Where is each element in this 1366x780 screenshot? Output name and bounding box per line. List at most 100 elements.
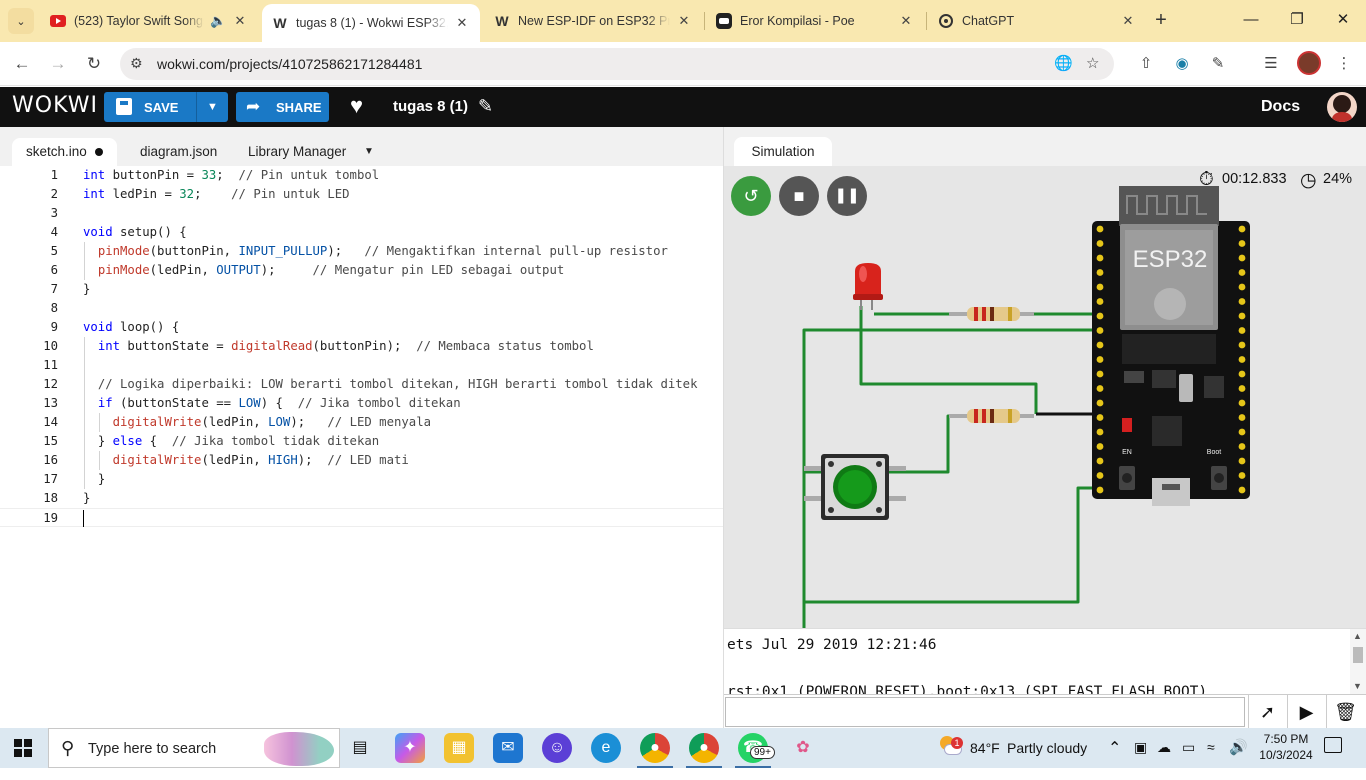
- code-editor[interactable]: 1 int buttonPin = 33; // Pin untuk tombol…: [0, 166, 723, 728]
- header-pin: [1238, 269, 1246, 276]
- scroll-up-icon[interactable]: ▲: [1353, 631, 1362, 641]
- weather-condition[interactable]: Partly cloudy: [1007, 740, 1087, 780]
- save-dropdown-chevron-icon[interactable]: ▼: [196, 92, 228, 122]
- browser-tab-esp-idf[interactable]: W New ESP-IDF on ESP32 Proje ✕: [484, 4, 702, 38]
- whatsapp-badge: 99+: [750, 746, 775, 759]
- scroll-thumb[interactable]: [1353, 647, 1363, 663]
- send-play-icon[interactable]: ▶: [1287, 695, 1325, 729]
- onedrive-icon[interactable]: ☁: [1157, 739, 1171, 779]
- boot-label: Boot: [1207, 449, 1221, 456]
- forward-arrow-icon[interactable]: →: [45, 51, 71, 77]
- browser-profile-avatar[interactable]: [1297, 51, 1321, 75]
- snipping-tool-icon[interactable]: ✿: [788, 733, 818, 763]
- like-heart-icon[interactable]: ♥: [350, 93, 363, 119]
- task-view-icon[interactable]: ▤: [345, 733, 375, 763]
- project-title[interactable]: tugas 8 (1): [393, 98, 468, 115]
- scroll-down-icon[interactable]: ▼: [1353, 681, 1362, 691]
- clear-trash-icon[interactable]: 🗑: [1326, 695, 1364, 729]
- docs-link[interactable]: Docs: [1261, 98, 1300, 116]
- mail-icon[interactable]: ✉: [493, 733, 523, 763]
- browser-tab-poe[interactable]: Eror Kompilasi - Poe ✕: [706, 4, 924, 38]
- serial-scrollbar[interactable]: ▲ ▼: [1350, 629, 1366, 694]
- close-tab-icon[interactable]: ✕: [1120, 13, 1136, 29]
- circuit-diagram: ESP32 EN Boot: [802, 186, 1250, 628]
- tab-label: sketch.ino: [26, 144, 87, 159]
- esp32-label: ESP32: [1133, 246, 1208, 273]
- header-pin: [1096, 312, 1104, 320]
- code-line: 14 digitalWrite(ledPin, LOW); // LED men…: [43, 415, 432, 429]
- extension-upload-icon[interactable]: ⇧: [1135, 53, 1157, 75]
- header-pin: [1096, 370, 1104, 378]
- volume-icon[interactable]: 🔊: [1229, 738, 1248, 778]
- close-tab-icon[interactable]: ✕: [454, 15, 470, 31]
- chrome-icon[interactable]: ●: [640, 733, 670, 763]
- wifi-icon[interactable]: ≈: [1207, 739, 1215, 779]
- header-pin: [1238, 414, 1246, 421]
- save-button[interactable]: SAVE ▼: [104, 92, 228, 122]
- clock-time: 7:50 PM: [1263, 732, 1309, 746]
- tab-simulation[interactable]: Simulation: [734, 137, 832, 166]
- meet-now-icon[interactable]: ▣: [1134, 739, 1147, 779]
- close-tab-icon[interactable]: ✕: [898, 13, 914, 29]
- serial-line: ets Jul 29 2019 12:21:46: [727, 637, 937, 653]
- file-explorer-icon[interactable]: ▦: [444, 733, 474, 763]
- editor-tabs-dropdown-icon[interactable]: ▼: [364, 146, 374, 157]
- tab-sketch-ino[interactable]: sketch.ino: [12, 138, 117, 166]
- header-pin: [1096, 414, 1104, 421]
- browser-tab-youtube[interactable]: (523) Taylor Swift Songs 🔈 ✕: [40, 4, 258, 38]
- speaker-icon[interactable]: 🔈: [210, 13, 226, 29]
- discord-icon[interactable]: ☺: [542, 733, 572, 763]
- save-label: SAVE: [144, 100, 179, 115]
- extension-chat-icon[interactable]: ◉: [1171, 53, 1193, 75]
- chrome-profile-icon[interactable]: ●: [689, 733, 719, 763]
- user-avatar[interactable]: [1327, 92, 1357, 122]
- taskbar-search-box[interactable]: ⚲ Type here to search: [48, 728, 340, 768]
- tab-search-chevron-icon[interactable]: ⌄: [8, 8, 34, 34]
- edit-pencil-icon[interactable]: ✎: [478, 96, 493, 117]
- browser-menu-kebab-icon[interactable]: ⋮: [1333, 53, 1355, 75]
- header-pin: [1238, 283, 1246, 291]
- media-control-icon[interactable]: ☰: [1260, 53, 1282, 75]
- code-line: 6 pinMode(ledPin, OUTPUT); // Mengatur p…: [50, 263, 565, 277]
- close-window-icon[interactable]: ✕: [1320, 8, 1366, 32]
- notification-center-icon[interactable]: [1324, 737, 1342, 753]
- taskbar-clock[interactable]: 7:50 PM 10/3/2024: [1258, 731, 1314, 763]
- plotter-chart-icon[interactable]: ➚: [1248, 695, 1286, 729]
- site-settings-icon[interactable]: ⚙: [130, 55, 143, 72]
- serial-input[interactable]: [725, 697, 1245, 727]
- tab-title: New ESP-IDF on ESP32 Proje: [518, 14, 670, 28]
- browser-tab-chatgpt[interactable]: ChatGPT ✕: [928, 4, 1146, 38]
- header-pin: [1096, 356, 1104, 363]
- header-pin: [1238, 298, 1246, 305]
- weather-temp[interactable]: 84°F: [970, 740, 1000, 780]
- close-tab-icon[interactable]: ✕: [232, 13, 248, 29]
- tab-diagram-json[interactable]: diagram.json: [126, 138, 231, 166]
- extensions-puzzle-icon[interactable]: ✎: [1207, 53, 1229, 75]
- header-pin: [1238, 240, 1246, 247]
- wokwi-logo[interactable]: WOKWI: [12, 93, 98, 118]
- simulation-canvas[interactable]: ↺ ■ ❚❚ ⏱ 00:12.833 ◷ 24% ESP32 EN Boot: [724, 166, 1366, 628]
- header-pin: [1096, 225, 1104, 233]
- edge-icon[interactable]: e: [591, 733, 621, 763]
- tab-title: (523) Taylor Swift Songs: [74, 14, 204, 28]
- copilot-icon[interactable]: ✦: [395, 733, 425, 763]
- windows-taskbar: ⚲ Type here to search ▤ ✦ ▦ ✉ ☺ e ● ● ☎ …: [0, 728, 1366, 768]
- new-tab-plus-icon[interactable]: +: [1150, 10, 1172, 32]
- reload-icon[interactable]: ↻: [81, 51, 107, 77]
- tab-library-manager[interactable]: Library Manager: [234, 138, 360, 166]
- resistor-bottom: [949, 409, 1034, 423]
- battery-icon[interactable]: ▭: [1182, 739, 1195, 779]
- bookmark-star-icon[interactable]: ☆: [1086, 54, 1099, 72]
- address-bar[interactable]: ⚙ wokwi.com/projects/410725862171284481 …: [120, 48, 1114, 80]
- serial-monitor-output[interactable]: ets Jul 29 2019 12:21:46 rst:0x1 (POWERO…: [724, 628, 1366, 694]
- restore-icon[interactable]: ❐: [1274, 8, 1320, 32]
- wire: [859, 306, 1038, 414]
- translate-icon[interactable]: 🌐: [1054, 54, 1073, 72]
- share-button[interactable]: ➦ SHARE: [236, 92, 329, 122]
- minimize-icon[interactable]: —: [1228, 8, 1274, 32]
- browser-tab-wokwi-active[interactable]: W tugas 8 (1) - Wokwi ESP32, S ✕: [262, 4, 480, 42]
- windows-start-icon[interactable]: [14, 739, 32, 757]
- back-arrow-icon[interactable]: ←: [9, 51, 35, 77]
- show-hidden-icons-chevron-icon[interactable]: ⌃: [1108, 738, 1121, 778]
- close-tab-icon[interactable]: ✕: [676, 13, 692, 29]
